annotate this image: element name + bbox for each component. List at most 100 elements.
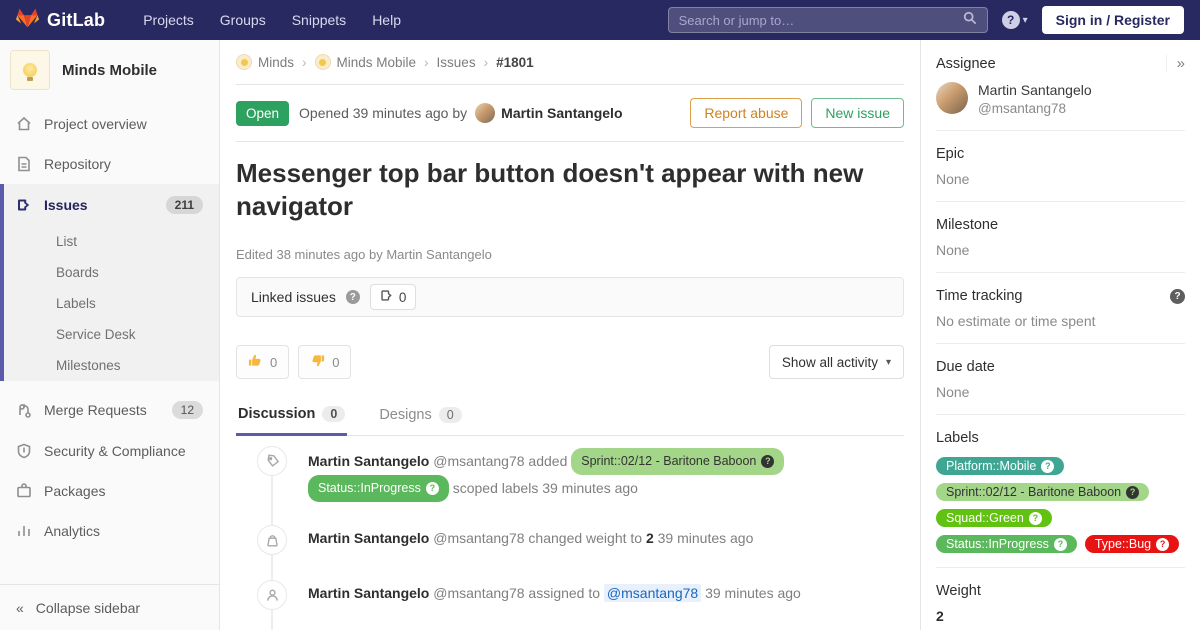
issue-status-row: Open Opened 39 minutes ago by Martin San…: [236, 85, 904, 142]
activity-item-labels: Martin Santangelo @msantang78 added Spri…: [236, 448, 904, 502]
label-pill[interactable]: Type::Bug ?: [1085, 535, 1179, 553]
activity-item-assignee: Martin Santangelo @msantang78 assigned t…: [236, 582, 904, 612]
assignee-name[interactable]: Martin Santangelo: [978, 82, 1092, 98]
sidebar-item-label: Security & Compliance: [44, 443, 186, 459]
project-avatar: [10, 50, 50, 90]
issue-glyph-icon: [380, 289, 393, 305]
menu-projects[interactable]: Projects: [133, 8, 204, 32]
scoped-label-help-icon: ?: [1156, 538, 1169, 551]
linked-issues-help-icon[interactable]: ?: [346, 290, 360, 304]
actor-link[interactable]: Martin Santangelo: [308, 453, 429, 469]
breadcrumb-issues[interactable]: Issues: [437, 55, 476, 70]
issue-title: Messenger top bar button doesn't appear …: [236, 157, 876, 223]
activity-filter-label: Show all activity: [782, 355, 878, 370]
breadcrumb-group[interactable]: Minds: [236, 54, 294, 70]
chevron-down-icon: ▾: [886, 357, 891, 368]
project-sidebar: Minds Mobile Project overview Repository…: [0, 40, 220, 630]
scoped-label-help-icon: ?: [761, 455, 774, 468]
project-header[interactable]: Minds Mobile: [0, 40, 219, 104]
tab-designs[interactable]: Designs 0: [377, 395, 463, 435]
issue-metadata-sidebar: Assignee » Martin Santangelo @msantang78…: [920, 40, 1200, 630]
due-date-block: Due date None: [936, 344, 1185, 415]
help-icon: ?: [1002, 11, 1020, 29]
epic-title: Epic: [936, 146, 1185, 162]
thumbs-down-button[interactable]: 0: [298, 345, 351, 379]
issues-section: Issues 211 List Boards Labels Service De…: [0, 184, 219, 381]
time-tracking-value: No estimate or time spent: [936, 313, 1185, 329]
label-pill[interactable]: Squad::Green ?: [936, 509, 1052, 527]
report-abuse-button[interactable]: Report abuse: [690, 98, 802, 128]
home-icon: [16, 116, 32, 132]
gitlab-logo[interactable]: GitLab: [16, 7, 105, 34]
sidebar-item-analytics[interactable]: Analytics: [0, 511, 219, 551]
time-tracking-block: Time tracking ? No estimate or time spen…: [936, 273, 1185, 344]
menu-snippets[interactable]: Snippets: [282, 8, 356, 32]
weight-icon: [257, 525, 287, 555]
sidebar-item-security[interactable]: Security & Compliance: [0, 431, 219, 471]
sidebar-item-label: Issues: [44, 197, 88, 213]
sidebar-item-milestones[interactable]: Milestones: [4, 350, 219, 381]
collapse-sidebar-button[interactable]: « Collapse sidebar: [0, 584, 219, 630]
designs-count-badge: 0: [439, 407, 462, 423]
epic-value: None: [936, 171, 1185, 187]
sidebar-item-label: Analytics: [44, 523, 100, 539]
assignee-mention-link[interactable]: @msantang78: [604, 584, 701, 602]
discussion-count-badge: 0: [322, 406, 345, 422]
label-pill[interactable]: Status::InProgress ?: [936, 535, 1077, 553]
linked-issues-count: 0: [399, 290, 407, 305]
label-pill[interactable]: Platform::Mobile ?: [936, 457, 1064, 475]
weight-block: Weight 2: [936, 568, 1185, 630]
sidebar-item-boards[interactable]: Boards: [4, 257, 219, 288]
labels-block: Labels Platform::Mobile ? Sprint::02/12 …: [936, 415, 1185, 568]
author-link[interactable]: Martin Santangelo: [501, 105, 622, 121]
linked-issues-count-button[interactable]: 0: [370, 284, 417, 310]
sidebar-item-merge-requests[interactable]: Merge Requests 12: [0, 389, 219, 431]
sign-in-button[interactable]: Sign in / Register: [1042, 6, 1184, 34]
sidebar-item-service-desk[interactable]: Service Desk: [4, 319, 219, 350]
scoped-label-help-icon: ?: [426, 482, 439, 495]
collapse-right-sidebar-icon[interactable]: »: [1166, 55, 1185, 72]
menu-groups[interactable]: Groups: [210, 8, 276, 32]
milestone-title: Milestone: [936, 217, 1185, 233]
thumbs-up-icon: [248, 353, 263, 371]
linked-issues-title: Linked issues: [251, 289, 336, 305]
assignee-block: Assignee » Martin Santangelo @msantang78: [936, 40, 1185, 131]
time-tracking-help-icon[interactable]: ?: [1170, 289, 1185, 304]
thumbs-up-count: 0: [270, 355, 277, 370]
menu-help[interactable]: Help: [362, 8, 411, 32]
milestone-value: None: [936, 242, 1185, 258]
sidebar-item-list[interactable]: List: [4, 226, 219, 257]
mr-count-badge: 12: [172, 401, 203, 419]
actor-link[interactable]: Martin Santangelo: [308, 585, 429, 601]
help-menu[interactable]: ? ▾: [1002, 11, 1028, 29]
merge-request-icon: [16, 402, 32, 418]
activity-filter-dropdown[interactable]: Show all activity ▾: [769, 345, 904, 379]
label-pill[interactable]: Status::InProgress ?: [308, 475, 449, 502]
sidebar-item-issues[interactable]: Issues 211: [4, 184, 219, 226]
global-search[interactable]: [668, 7, 988, 33]
thumbs-down-count: 0: [332, 355, 339, 370]
assignee-avatar: [936, 82, 968, 114]
search-input[interactable]: [679, 13, 963, 28]
sidebar-item-label: Repository: [44, 156, 111, 172]
thumbs-up-button[interactable]: 0: [236, 345, 289, 379]
opened-text: Opened 39 minutes ago by: [299, 105, 467, 121]
sidebar-item-project-overview[interactable]: Project overview: [0, 104, 219, 144]
sidebar-item-repository[interactable]: Repository: [0, 144, 219, 184]
top-navbar: GitLab Projects Groups Snippets Help ? ▾…: [0, 0, 1200, 40]
thumbs-down-icon: [310, 353, 325, 371]
breadcrumb-project[interactable]: Minds Mobile: [315, 54, 417, 70]
actor-link[interactable]: Martin Santangelo: [308, 530, 429, 546]
tab-discussion[interactable]: Discussion 0: [236, 395, 347, 436]
scoped-label-help-icon: ?: [1041, 460, 1054, 473]
weight-value: 2: [646, 530, 654, 546]
label-pill[interactable]: Sprint::02/12 - Baritone Baboon ?: [571, 448, 784, 475]
label-pill[interactable]: Sprint::02/12 - Baritone Baboon ?: [936, 483, 1149, 501]
sidebar-item-labels[interactable]: Labels: [4, 288, 219, 319]
tanuki-icon: [16, 7, 39, 34]
sidebar-item-label: Merge Requests: [44, 402, 147, 418]
sidebar-item-packages[interactable]: Packages: [0, 471, 219, 511]
breadcrumb-separator: ›: [484, 55, 489, 70]
collapse-sidebar-label: Collapse sidebar: [36, 600, 140, 616]
new-issue-button[interactable]: New issue: [811, 98, 904, 128]
